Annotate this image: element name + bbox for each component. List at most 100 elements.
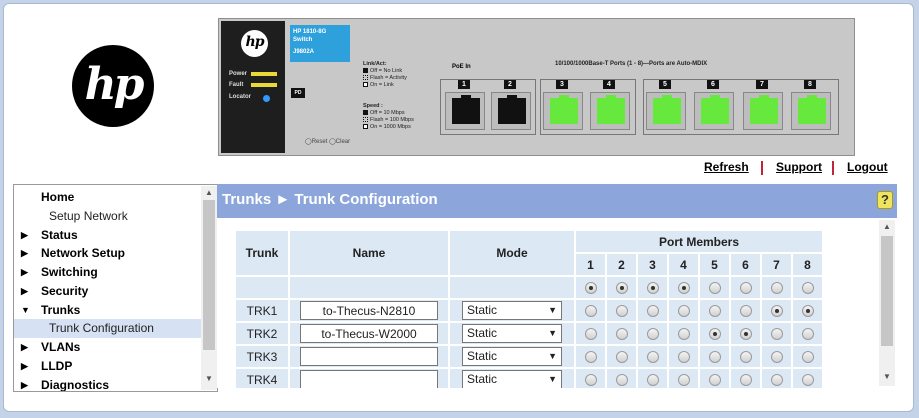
port-member-radio[interactable] [584, 328, 597, 341]
sidebar-item-network-setup[interactable]: ▶ Network Setup [14, 244, 204, 263]
trunk-name-input[interactable] [300, 370, 438, 388]
port-member-cell [731, 346, 760, 367]
sidebar-item-home[interactable]: Home [14, 188, 204, 207]
bulk-port-cell [731, 277, 760, 298]
refresh-link[interactable]: Refresh [704, 160, 749, 174]
port-member-radio[interactable] [739, 328, 752, 341]
support-link[interactable]: Support [776, 160, 822, 174]
port-member-radio[interactable] [646, 351, 659, 364]
port-member-cell [762, 346, 791, 367]
port-member-radio[interactable] [646, 374, 659, 387]
port-number-header: 2 [607, 254, 636, 275]
trunk-name-input[interactable] [300, 324, 438, 343]
trunk-mode-cell: Static ▼ [450, 346, 574, 367]
port-member-radio[interactable] [708, 305, 721, 318]
port-member-radio[interactable] [615, 351, 628, 364]
sidebar-item-setup-network[interactable]: Setup Network [14, 207, 204, 226]
bulk-port-radio[interactable] [708, 282, 721, 295]
bulk-port-radio[interactable] [584, 282, 597, 295]
trunk-name-cell [290, 323, 448, 344]
trunk-mode-select[interactable]: Static ▼ [462, 301, 562, 320]
sidebar-item-status[interactable]: ▶ Status [14, 226, 204, 245]
port-member-radio[interactable] [770, 305, 783, 318]
port-member-radio[interactable] [739, 305, 752, 318]
collapse-arrow-icon: ▼ [21, 305, 30, 315]
port-member-radio[interactable] [615, 374, 628, 387]
bulk-port-radio[interactable] [615, 282, 628, 295]
bulk-port-radio[interactable] [770, 282, 783, 295]
port-member-radio[interactable] [801, 328, 814, 341]
bulk-port-radio[interactable] [677, 282, 690, 295]
sidebar-item-lldp[interactable]: ▶ LLDP [14, 357, 204, 376]
port-member-radio[interactable] [708, 328, 721, 341]
port-number-header: 1 [576, 254, 605, 275]
port-member-radio[interactable] [739, 351, 752, 364]
scroll-down-icon[interactable]: ▼ [205, 374, 213, 383]
power-indicator-label: Power [229, 71, 248, 77]
trunk-mode-select[interactable]: Static ▼ [462, 324, 562, 343]
port-member-radio[interactable] [584, 374, 597, 387]
bulk-port-radio[interactable] [801, 282, 814, 295]
sidebar-scrollbar[interactable]: ▲ ▼ [201, 186, 217, 390]
switch-faceplate: hp Power Fault Locator HP 1810-8G Switch… [218, 18, 855, 156]
port-member-radio[interactable] [801, 374, 814, 387]
trunk-name-input[interactable] [300, 301, 438, 320]
port-member-radio[interactable] [677, 328, 690, 341]
port-group: 1 2 [440, 79, 536, 135]
dropdown-arrow-icon: ▼ [548, 305, 557, 315]
port-member-radio[interactable] [770, 374, 783, 387]
scroll-up-icon[interactable]: ▲ [883, 222, 891, 231]
sidebar-item-switching[interactable]: ▶ Switching [14, 263, 204, 282]
trunk-mode-value: Static [467, 349, 498, 363]
scrollbar-thumb[interactable] [203, 200, 215, 350]
sidebar-item-vlans[interactable]: ▶ VLANs [14, 338, 204, 357]
trunk-mode-select[interactable]: Static ▼ [462, 347, 562, 366]
locator-indicator-label: Locator [229, 94, 252, 100]
scrollbar-thumb[interactable] [881, 236, 893, 346]
port-member-radio[interactable] [770, 328, 783, 341]
bulk-port-radio[interactable] [646, 282, 659, 295]
col-header-name: Name [290, 231, 448, 275]
bulk-port-cell [607, 277, 636, 298]
port-member-radio[interactable] [801, 305, 814, 318]
port-member-radio[interactable] [801, 351, 814, 364]
help-icon[interactable]: ? [877, 191, 893, 209]
port-member-cell [669, 346, 698, 367]
port-member-radio[interactable] [584, 351, 597, 364]
model-label: HP 1810-8G Switch J9802A [290, 25, 350, 62]
sidebar-item-security[interactable]: ▶ Security [14, 282, 204, 301]
port-member-cell [669, 369, 698, 388]
dropdown-arrow-icon: ▼ [548, 374, 557, 384]
port-member-cell [762, 300, 791, 321]
trunk-name-cell [290, 300, 448, 321]
port-member-radio[interactable] [708, 374, 721, 387]
port-member-radio[interactable] [739, 374, 752, 387]
port-member-radio[interactable] [646, 328, 659, 341]
port-member-radio[interactable] [615, 328, 628, 341]
scroll-down-icon[interactable]: ▼ [883, 372, 891, 381]
port-member-radio[interactable] [646, 305, 659, 318]
trunk-name-input[interactable] [300, 347, 438, 366]
sidebar-item-trunks[interactable]: ▼ Trunks [14, 301, 204, 320]
power-led [251, 72, 277, 76]
port-member-radio[interactable] [708, 351, 721, 364]
expand-arrow-icon: ▶ [21, 361, 28, 371]
sidebar-item-trunk-configuration[interactable]: Trunk Configuration [14, 319, 204, 338]
port-member-cell [638, 369, 667, 388]
port-member-cell [762, 323, 791, 344]
sidebar-item-diagnostics[interactable]: ▶ Diagnostics [14, 376, 204, 391]
bulk-port-radio[interactable] [739, 282, 752, 295]
port-member-radio[interactable] [677, 305, 690, 318]
port-member-radio[interactable] [677, 374, 690, 387]
port-member-radio[interactable] [677, 351, 690, 364]
trunk-name-cell [290, 369, 448, 388]
trunk-mode-value: Static [467, 303, 498, 317]
logout-link[interactable]: Logout [847, 160, 888, 174]
port-member-radio[interactable] [615, 305, 628, 318]
scroll-up-icon[interactable]: ▲ [205, 188, 213, 197]
port-member-radio[interactable] [770, 351, 783, 364]
trunk-mode-select[interactable]: Static ▼ [462, 370, 562, 388]
content-scrollbar[interactable]: ▲ ▼ [879, 220, 895, 386]
hp-mini-logo: hp [241, 30, 268, 57]
port-member-radio[interactable] [584, 305, 597, 318]
